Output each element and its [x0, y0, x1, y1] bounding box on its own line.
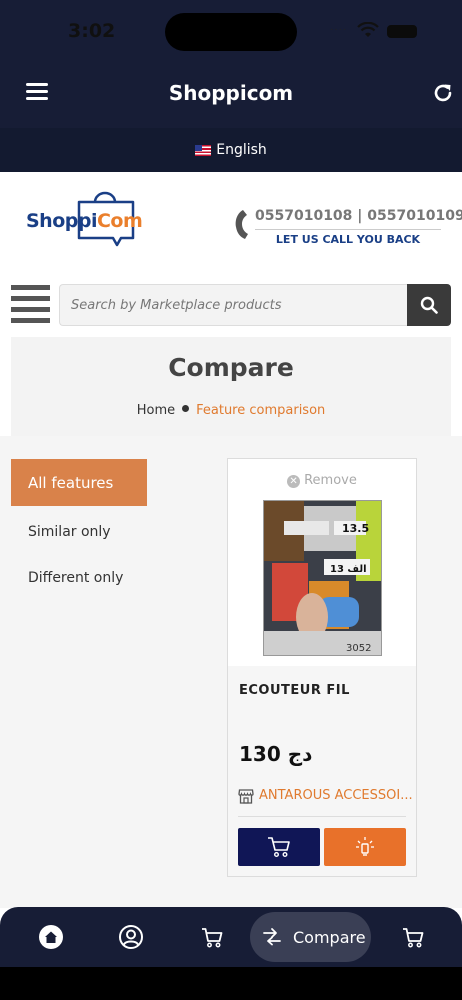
add-to-cart-button[interactable]	[238, 828, 320, 866]
filter-all-features[interactable]: All features	[11, 459, 147, 506]
battery-icon	[387, 25, 417, 38]
search-button[interactable]	[407, 284, 451, 326]
logo-text-com: Com	[96, 210, 143, 232]
cart-icon	[268, 837, 290, 858]
page-title: Compare	[168, 353, 294, 382]
cart-icon[interactable]	[199, 924, 225, 950]
wifi-icon	[357, 22, 379, 37]
store-icon	[238, 789, 254, 804]
price-tag-text-2: 13 الف	[330, 564, 367, 575]
phone-divider	[255, 229, 441, 230]
lightbulb-icon	[356, 837, 374, 856]
phone-numbers[interactable]: 0557010108 | 0557010109	[255, 208, 462, 224]
logo-text-shoppi: Shoppi	[26, 210, 97, 232]
remove-button[interactable]: ✕ Remove	[228, 473, 416, 488]
price-tag-text: 13.5	[342, 522, 369, 535]
search-box	[59, 284, 408, 326]
breadcrumb-separator	[182, 405, 190, 412]
dynamic-island	[165, 13, 297, 51]
product-info: ECOUTEUR FIL 130 دج ANTAROUS ACCESSOI...	[228, 666, 416, 876]
home-indicator	[0, 967, 462, 1000]
product-photo: 13.5 13 الف 3052	[264, 501, 381, 655]
product-card: ✕ Remove 13.5 13 الف 3052 ECOUTEUR FIL 13…	[227, 458, 417, 877]
status-time: 3:02	[68, 20, 116, 42]
status-bar: 3:02 ····	[0, 0, 462, 62]
compare-nav-label: Compare	[293, 927, 366, 947]
page-title-band: Compare Home Feature comparison	[11, 337, 451, 436]
filter-similar-only[interactable]: Similar only	[11, 508, 147, 555]
price-tag-text-3: 3052	[346, 643, 371, 654]
cart-icon[interactable]	[400, 924, 426, 950]
app-bar: Shoppicom	[0, 62, 462, 128]
shoppicom-logo[interactable]: ShoppiCom	[26, 190, 143, 250]
breadcrumb-current: Feature comparison	[196, 403, 326, 418]
shop-name-link[interactable]: ANTAROUS ACCESSOI...	[259, 788, 413, 803]
language-label: English	[216, 142, 267, 158]
language-selector[interactable]: English	[0, 128, 462, 172]
account-icon[interactable]	[118, 924, 144, 950]
product-image[interactable]: 13.5 13 الف 3052	[263, 500, 382, 656]
signal-icon: ····	[330, 24, 348, 35]
filter-different-only[interactable]: Different only	[11, 554, 147, 601]
phone-icon	[235, 210, 248, 239]
compare-icon	[263, 928, 281, 946]
compare-nav-button[interactable]: Compare	[250, 912, 371, 962]
close-icon: ✕	[287, 475, 301, 488]
call-back-link[interactable]: LET US CALL YOU BACK	[255, 233, 441, 246]
search-input[interactable]	[60, 285, 408, 325]
product-price: 130 دج	[239, 742, 313, 766]
breadcrumb: Home Feature comparison	[11, 403, 451, 418]
bottom-navigation: Compare	[0, 907, 462, 967]
card-divider	[238, 816, 406, 817]
categories-menu-icon[interactable]	[11, 285, 50, 324]
us-flag-icon	[195, 144, 212, 156]
home-icon[interactable]	[38, 924, 64, 950]
search-icon	[420, 296, 438, 314]
app-title: Shoppicom	[168, 81, 294, 105]
product-name[interactable]: ECOUTEUR FIL	[239, 683, 350, 698]
logo-text: ShoppiCom	[26, 210, 143, 232]
breadcrumb-home[interactable]: Home	[137, 403, 175, 418]
inquire-button[interactable]	[324, 828, 406, 866]
remove-label: Remove	[304, 473, 357, 488]
refresh-icon[interactable]	[431, 81, 455, 105]
